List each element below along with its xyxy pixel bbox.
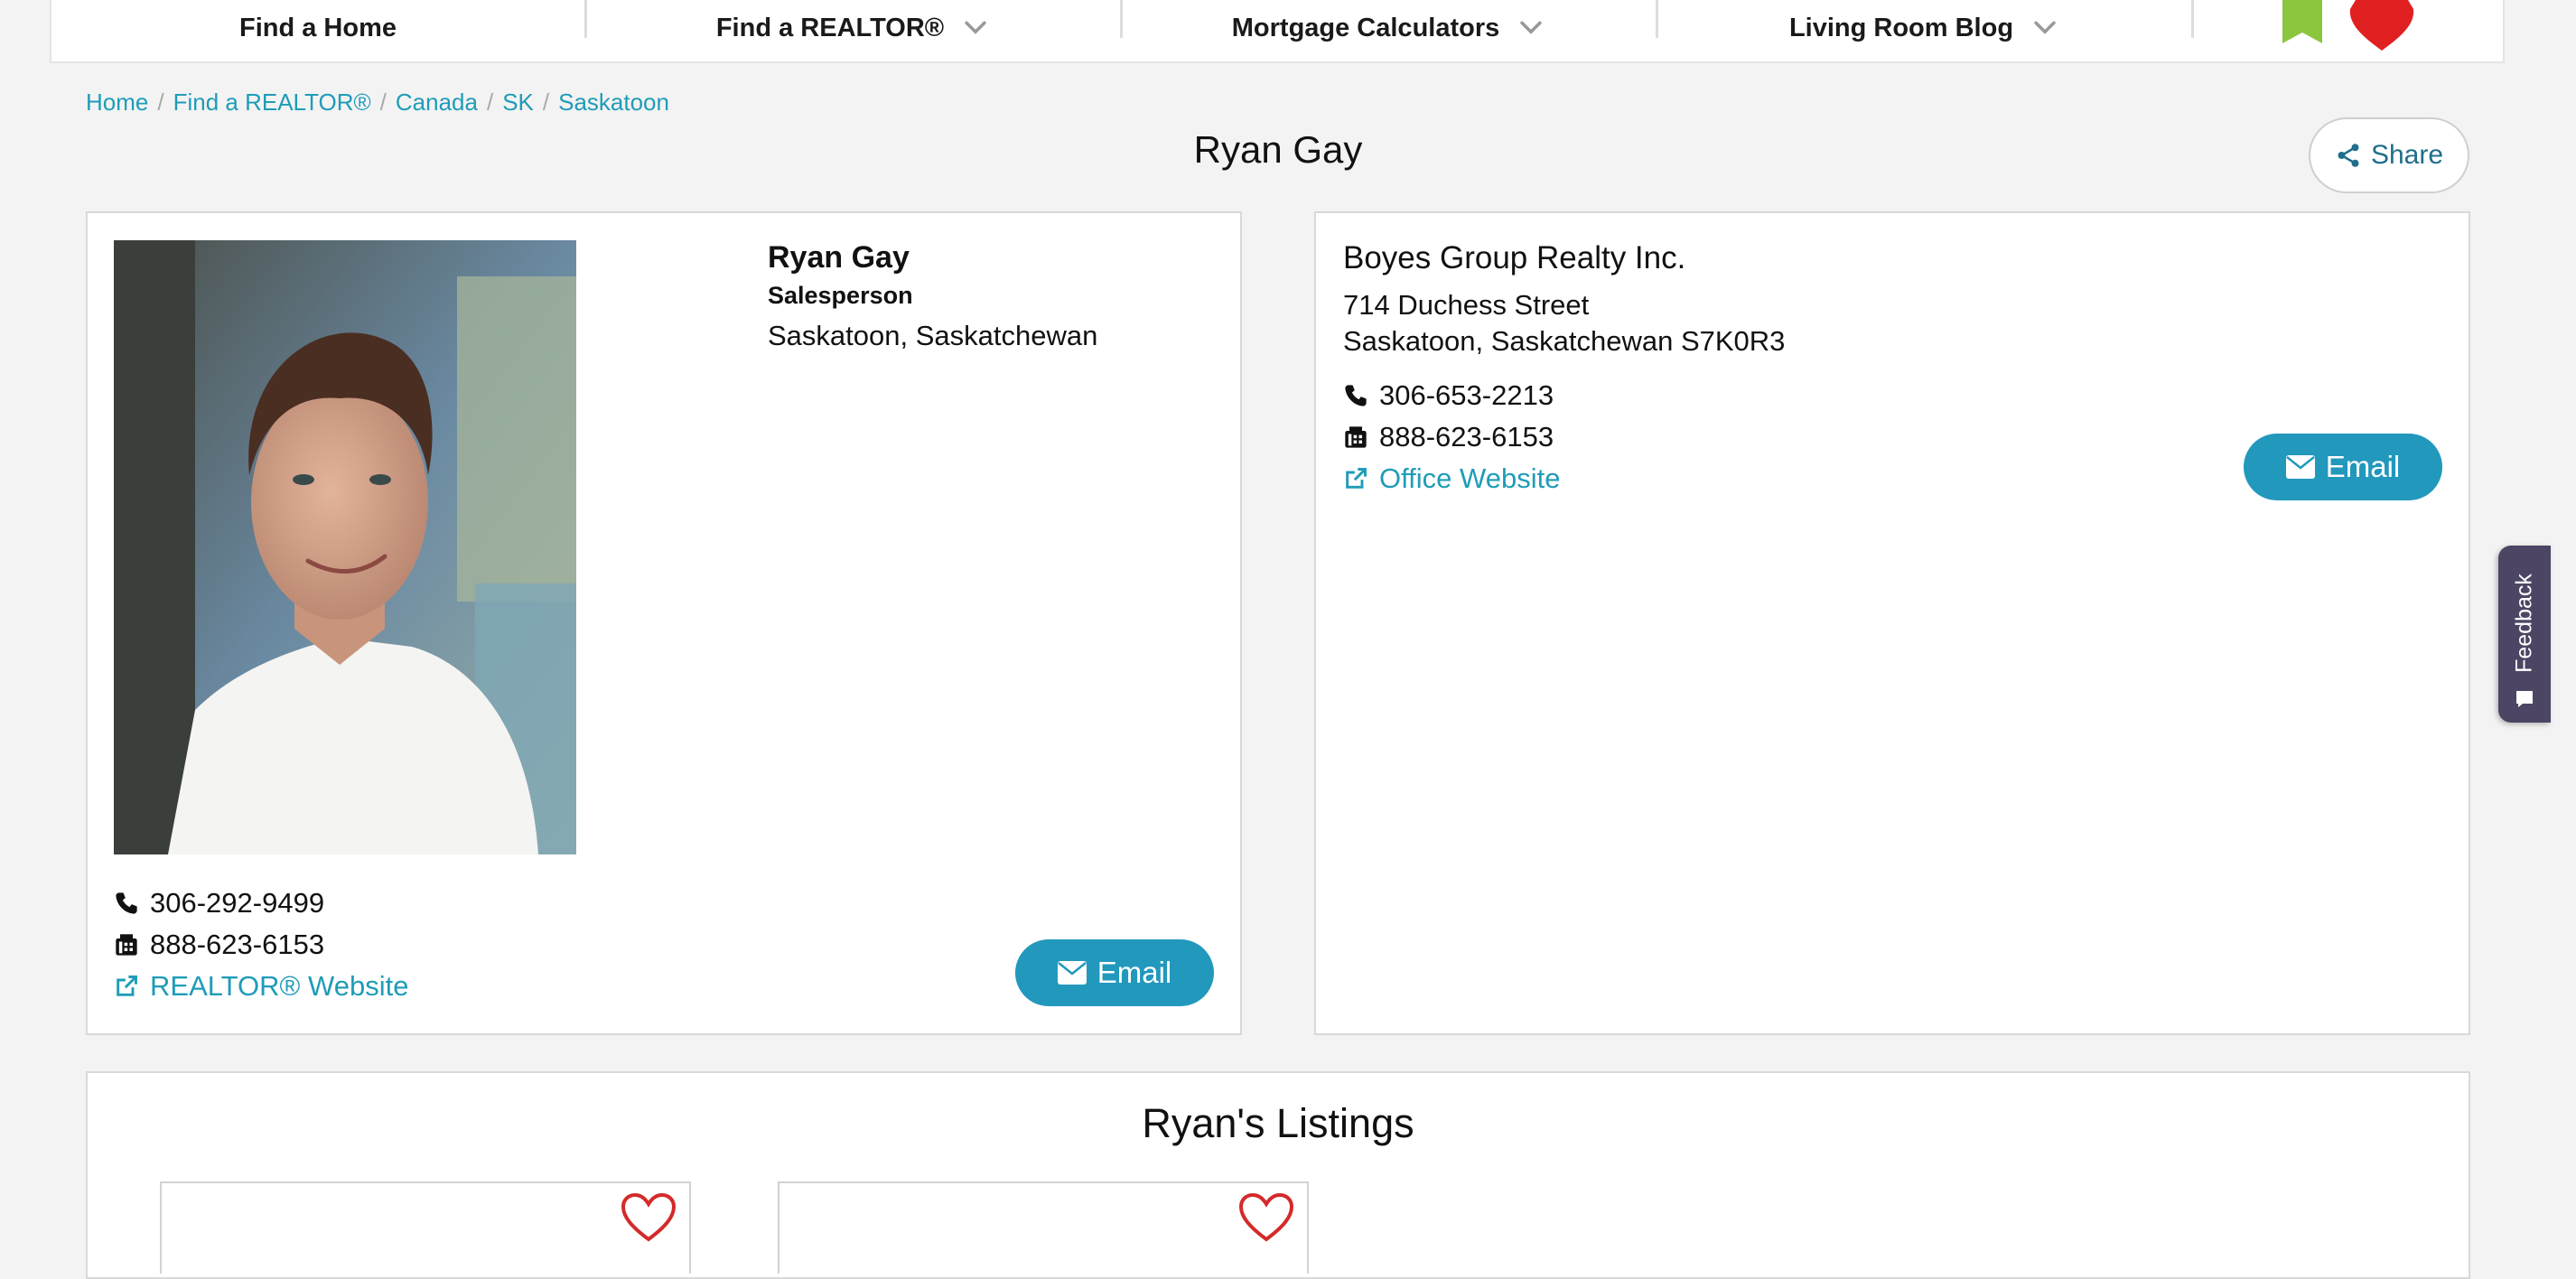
- nav-living-room-blog-label: Living Room Blog: [1788, 13, 2014, 42]
- office-website-link[interactable]: Office Website: [1343, 462, 1560, 495]
- agent-location: Saskatoon, Saskatchewan: [768, 320, 1098, 351]
- phone-icon: [116, 892, 137, 914]
- agent-phone-number: 306-292-9499: [150, 887, 325, 919]
- breadcrumb-separator: /: [542, 88, 550, 116]
- phone-icon: [1345, 385, 1367, 406]
- agent-name: Ryan Gay: [768, 240, 910, 275]
- breadcrumb-canada[interactable]: Canada: [396, 89, 478, 117]
- agent-fax-number: 888-623-6153: [150, 929, 325, 960]
- office-name: Boyes Group Realty Inc.: [1343, 240, 1686, 275]
- share-button[interactable]: Share: [2309, 117, 2469, 193]
- heart-icon[interactable]: [2347, 0, 2417, 51]
- breadcrumb-separator: /: [379, 88, 387, 116]
- nav-find-a-realtor[interactable]: Find a REALTOR®: [587, 0, 1120, 60]
- external-link-icon: [117, 976, 137, 996]
- nav-living-room-blog[interactable]: Living Room Blog: [1658, 0, 2191, 60]
- chevron-down-icon: [1520, 21, 1542, 34]
- comment-icon: [2516, 691, 2533, 707]
- share-button-label: Share: [2370, 140, 2444, 170]
- breadcrumb-separator: /: [486, 88, 494, 116]
- realtor-website-link[interactable]: REALTOR® Website: [114, 970, 408, 1003]
- fax-icon: [1345, 426, 1367, 448]
- breadcrumb-sk[interactable]: SK: [502, 89, 534, 117]
- listings-title: Ryan's Listings: [1142, 1100, 1414, 1146]
- feedback-label: Feedback: [2511, 574, 2537, 673]
- listing-card[interactable]: [160, 1181, 691, 1274]
- feedback-tab[interactable]: Feedback: [2498, 546, 2551, 723]
- external-link-icon: [1346, 468, 1367, 489]
- bookmark-icon[interactable]: [2281, 0, 2324, 43]
- breadcrumb-find-a-realtor[interactable]: Find a REALTOR®: [173, 89, 371, 117]
- fax-icon: [116, 934, 137, 956]
- breadcrumb-separator: /: [157, 88, 164, 116]
- office-fax: 888-623-6153: [1343, 421, 1554, 453]
- agent-email-label: Email: [1097, 956, 1172, 989]
- agent-email-button[interactable]: Email: [1015, 939, 1214, 1006]
- breadcrumb-home[interactable]: Home: [86, 89, 148, 117]
- chevron-down-icon: [965, 21, 986, 34]
- listing-card[interactable]: [778, 1181, 1309, 1274]
- share-icon: [2338, 144, 2359, 167]
- realtor-website-label: REALTOR® Website: [150, 970, 409, 1002]
- office-phone-number: 306-653-2213: [1379, 379, 1554, 411]
- nav-find-a-home-label: Find a Home: [238, 13, 397, 42]
- heart-outline-icon[interactable]: [1238, 1192, 1294, 1243]
- nav-divider: [2191, 0, 2194, 38]
- nav-find-a-realtor-label: Find a REALTOR®: [715, 13, 945, 42]
- office-street: 714 Duchess Street: [1343, 289, 1590, 321]
- envelope-icon: [2285, 455, 2315, 479]
- heart-outline-icon[interactable]: [621, 1192, 677, 1243]
- office-phone[interactable]: 306-653-2213: [1343, 379, 1554, 412]
- nav-find-a-home[interactable]: Find a Home: [51, 0, 584, 60]
- agent-phone[interactable]: 306-292-9499: [114, 887, 324, 920]
- page-title: Ryan Gay: [1193, 128, 1363, 171]
- top-navigation: Find a Home Find a REALTOR® Mortgage Cal…: [50, 0, 2505, 63]
- agent-photo: [114, 240, 576, 854]
- office-email-label: Email: [2325, 450, 2401, 483]
- office-city: Saskatoon, Saskatchewan S7K0R3: [1343, 325, 1786, 357]
- office-website-label: Office Website: [1379, 462, 1561, 494]
- agent-fax: 888-623-6153: [114, 929, 324, 961]
- agent-role: Salesperson: [768, 282, 913, 309]
- chevron-down-icon: [2034, 21, 2056, 34]
- envelope-icon: [1057, 961, 1087, 985]
- nav-mortgage-calculators-label: Mortgage Calculators: [1231, 13, 1500, 42]
- office-fax-number: 888-623-6153: [1379, 421, 1554, 453]
- breadcrumb-saskatoon[interactable]: Saskatoon: [558, 89, 669, 117]
- breadcrumb: Home / Find a REALTOR® / Canada / SK / S…: [86, 84, 669, 120]
- office-email-button[interactable]: Email: [2244, 434, 2442, 500]
- nav-mortgage-calculators[interactable]: Mortgage Calculators: [1123, 0, 1656, 60]
